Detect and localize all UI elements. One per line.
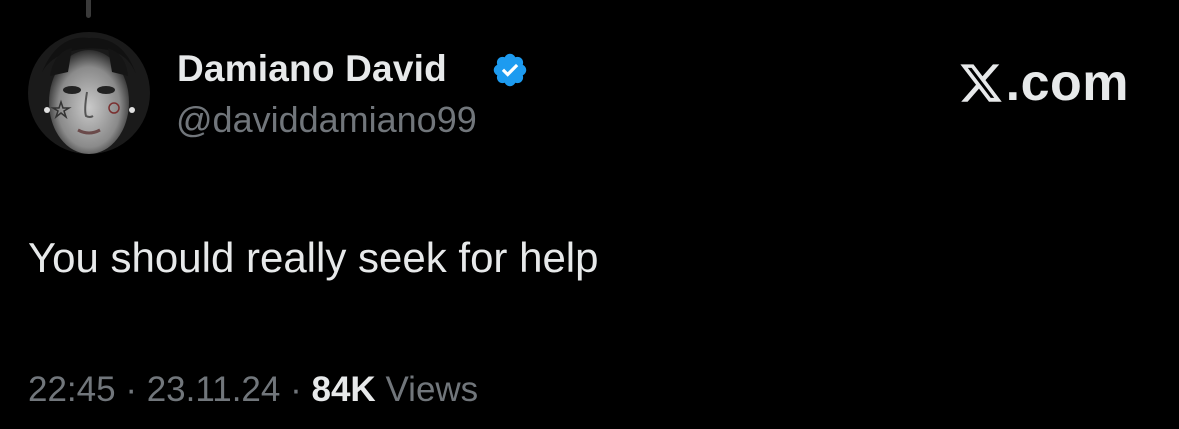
tweet-time[interactable]: 22:45 xyxy=(28,370,116,409)
meta-separator: · xyxy=(290,370,302,409)
verified-badge-icon xyxy=(493,53,527,87)
brand-watermark: .com xyxy=(958,54,1129,112)
tweet-meta-row: 22:45 · 23.11.24 · 84K Views xyxy=(28,370,478,410)
tweet-body-text: You should really seek for help xyxy=(28,234,599,281)
x-logo-icon xyxy=(960,64,1002,102)
views-count[interactable]: 84K xyxy=(312,370,376,409)
brand-domain-text: .com xyxy=(1005,54,1129,112)
views-label[interactable]: Views xyxy=(385,370,478,409)
meta-separator: · xyxy=(125,370,137,409)
thread-connector-line xyxy=(86,0,91,18)
avatar-image xyxy=(28,32,150,154)
author-handle[interactable]: @daviddamiano99 xyxy=(176,99,477,141)
avatar[interactable] xyxy=(28,32,150,154)
author-display-name[interactable]: Damiano David xyxy=(177,48,447,90)
tweet-date[interactable]: 23.11.24 xyxy=(147,370,281,409)
